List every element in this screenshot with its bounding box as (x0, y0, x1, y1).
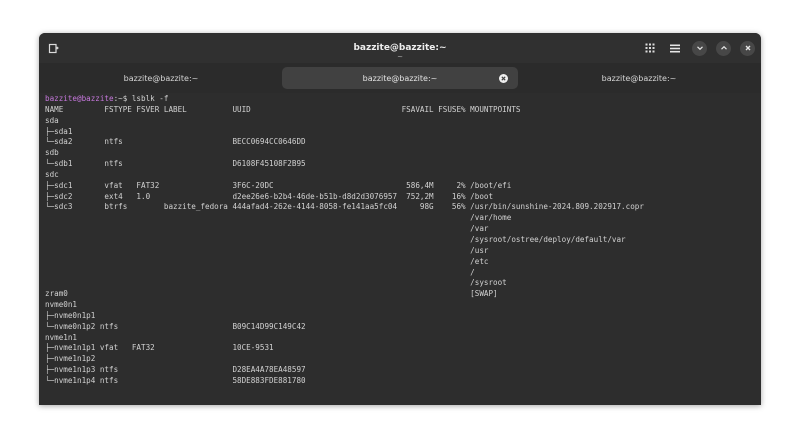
prompt-command: :~$ lsblk -f (113, 94, 169, 103)
tab-label: bazzite@bazzite:~ (123, 73, 199, 83)
output-line: └─sda2 ntfs BECC0694CC0646DD (45, 137, 306, 147)
maximize-button[interactable] (716, 40, 731, 56)
grid-icon (645, 43, 655, 53)
output-line: /var/home (45, 213, 512, 223)
output-line: NAME FSTYPE FSVER LABEL UUID FSAVAIL FSU… (45, 104, 521, 114)
output-line: /var (45, 224, 489, 234)
chevron-down-icon (696, 46, 703, 51)
window-title: bazzite@bazzite:~ (353, 43, 447, 53)
output-line: └─sdc3 btrfs bazzite_fedora 444afad4-262… (45, 202, 644, 212)
tab-1[interactable]: bazzite@bazzite:~ (43, 67, 279, 89)
output-line: /usr (45, 245, 489, 255)
output-line: ├─sdc1 vfat FAT32 3F6C-20DC 586,4M 2% /b… (45, 180, 512, 190)
output-line: └─nvme0n1p2 ntfs B09C14D99C149C42 (45, 321, 306, 331)
close-icon (745, 45, 750, 51)
tab-close-button[interactable] (497, 72, 509, 84)
output-line: /sysroot/ostree/deploy/default/var (45, 234, 626, 244)
tab-label: bazzite@bazzite:~ (362, 73, 438, 83)
output-line: └─nvme1n1p4 ntfs 58DE883FDE881780 (45, 375, 306, 385)
minimize-button[interactable] (692, 40, 707, 56)
output-line: ├─nvme1n1p1 vfat FAT32 10CE-9531 (45, 343, 274, 353)
output-line: / (45, 267, 475, 277)
hamburger-menu-icon (670, 44, 680, 52)
close-icon (498, 73, 508, 83)
output-line: ├─sda1 (45, 126, 73, 136)
tab-label: bazzite@bazzite:~ (601, 73, 677, 83)
output-line: zram0 [SWAP] (45, 289, 498, 299)
header-bar: bazzite@bazzite:~ ~ (39, 33, 761, 63)
output-line: /sysroot (45, 278, 507, 288)
tab-bar: bazzite@bazzite:~ bazzite@bazzite:~ bazz… (39, 63, 761, 93)
output-line: sdc (45, 169, 59, 179)
output-line: sda (45, 115, 59, 125)
output-line: ├─nvme1n1p2 (45, 354, 96, 364)
output-line: sdb (45, 148, 59, 158)
output-line: ├─nvme1n1p3 ntfs D28EA4A78EA48597 (45, 365, 306, 375)
menu-button[interactable] (667, 40, 683, 56)
prompt-user: bazzite@bazzite (45, 94, 114, 103)
output-line: ├─nvme0n1p1 (45, 310, 96, 320)
prompt-line: bazzite@bazzite:~$ lsblk -f (45, 94, 761, 105)
output-line: /etc (45, 256, 489, 266)
close-window-button[interactable] (740, 40, 755, 56)
output-line: └─sdb1 ntfs D6108F45108F2B95 (45, 159, 306, 169)
terminal-output[interactable]: bazzite@bazzite:~$ lsblk -f NAME FSTYPE … (39, 93, 761, 405)
tab-2-active[interactable]: bazzite@bazzite:~ (282, 67, 518, 89)
terminal-window: bazzite@bazzite:~ ~ bazzite@bazzite:~ ba… (39, 33, 761, 405)
output-line: ├─sdc2 ext4 1.0 d2ee26e6-b2b4-46de-b51b-… (45, 191, 494, 201)
output-line: nvme1n1 (45, 332, 78, 342)
tab-3[interactable]: bazzite@bazzite:~ (521, 67, 757, 89)
header-controls (642, 39, 755, 57)
chevron-up-icon (720, 45, 727, 50)
output-line: nvme0n1 (45, 300, 78, 310)
grid-button[interactable] (642, 40, 658, 56)
